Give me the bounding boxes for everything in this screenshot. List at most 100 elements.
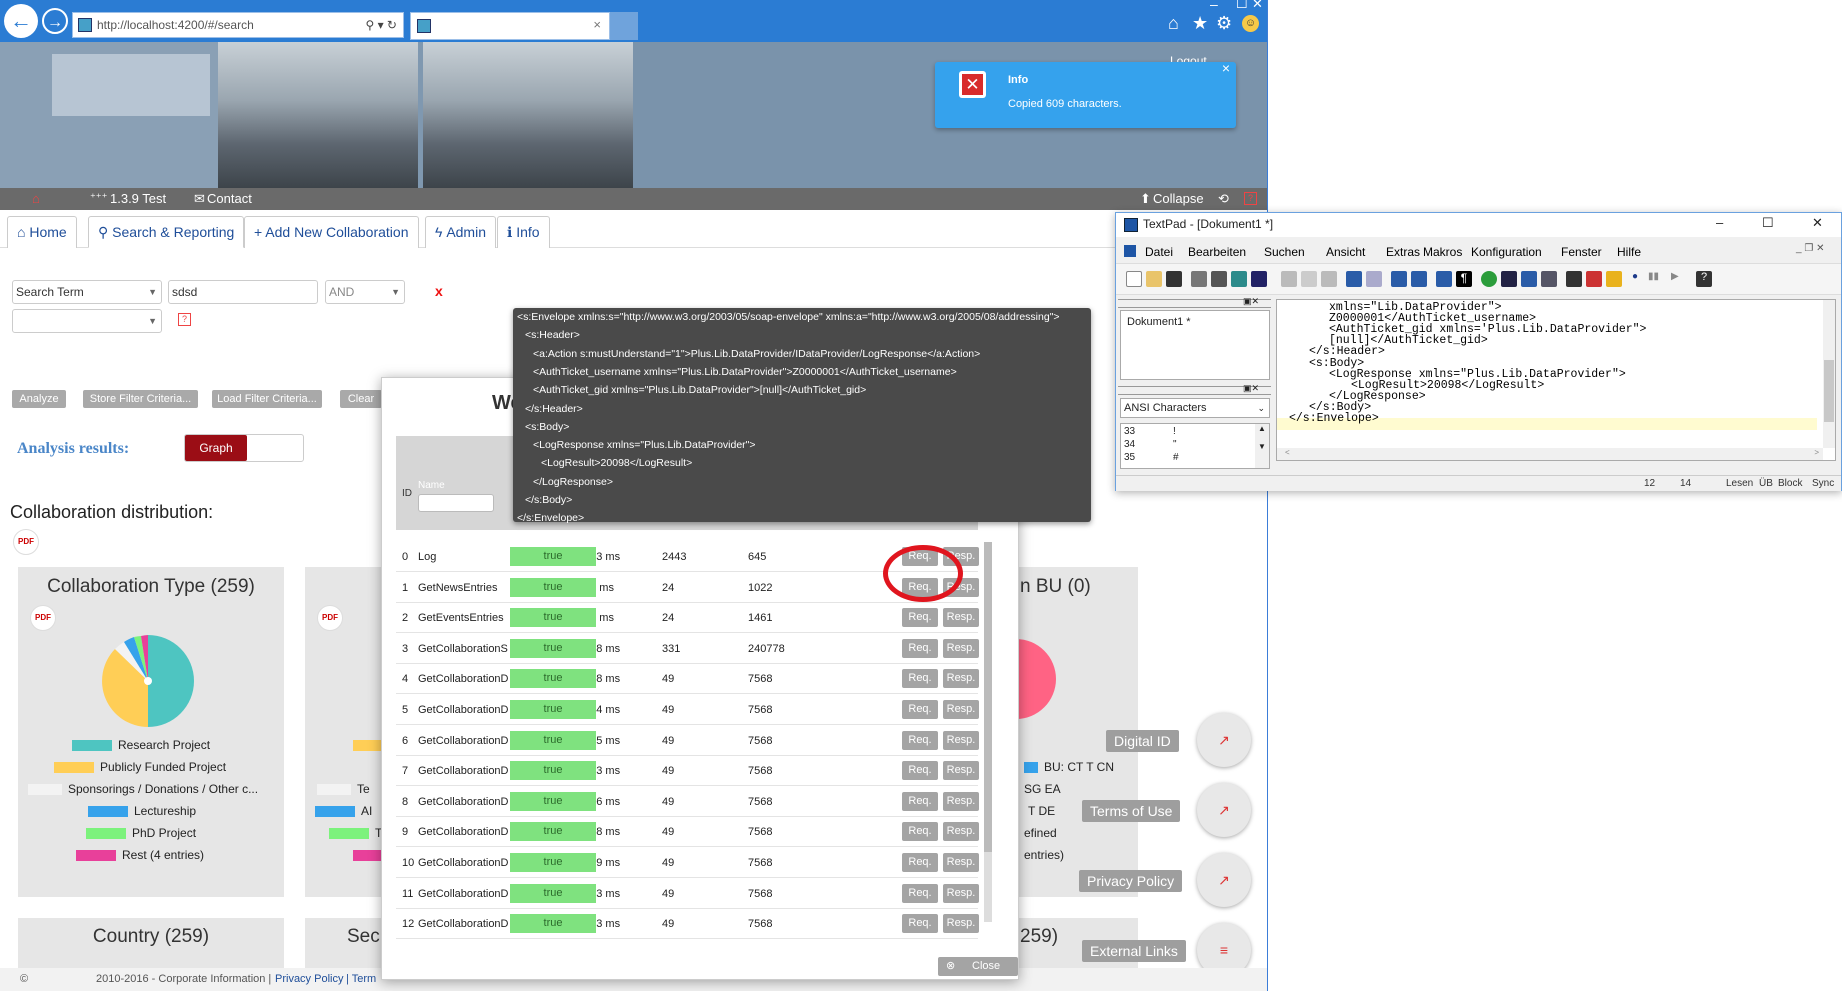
menu-item-extras[interactable]: Extras xyxy=(1386,245,1420,259)
browser-tab[interactable]: × xyxy=(410,12,610,40)
search-refresh-icon[interactable]: ⚲ ▾ ↻ xyxy=(365,13,397,37)
char-code[interactable]: 35 xyxy=(1124,452,1135,463)
second-field-select[interactable]: ▼ xyxy=(12,309,162,333)
analyze-button[interactable]: Analyze xyxy=(12,390,66,408)
menu-item-datei[interactable]: Datei xyxy=(1145,245,1173,259)
clear-button[interactable]: Clear xyxy=(340,390,382,408)
operator-select[interactable]: AND ▼ xyxy=(325,280,405,304)
home-icon[interactable]: ⌂ xyxy=(32,191,40,206)
minimize-icon[interactable]: – xyxy=(1716,215,1723,230)
response-button[interactable]: Resp. xyxy=(943,822,979,842)
close-window-icon[interactable]: ✕ xyxy=(1252,0,1263,12)
tab-search-reporting[interactable]: ⚲ Search & Reporting xyxy=(88,216,245,248)
menu-item-suchen[interactable]: Suchen xyxy=(1264,245,1305,259)
graph-toggle-button[interactable]: Graph xyxy=(185,435,247,461)
menu-item-hilfe[interactable]: Hilfe xyxy=(1617,245,1641,259)
address-bar[interactable]: http://localhost:4200/#/search ⚲ ▾ ↻ xyxy=(72,12,404,38)
redo-icon[interactable] xyxy=(1366,271,1382,287)
privacy-policy-label[interactable]: Privacy Policy xyxy=(1079,870,1183,892)
external-link-icon[interactable]: ↗ xyxy=(1197,713,1251,767)
view-toggle[interactable]: Graph xyxy=(184,434,304,462)
home-icon[interactable]: ⌂ xyxy=(1168,13,1179,34)
mdi-controls-icon[interactable]: _ ❐ ✕ xyxy=(1796,243,1824,254)
request-button[interactable]: Req. xyxy=(902,761,938,781)
tab-close-icon[interactable]: × xyxy=(593,17,601,32)
column-name[interactable]: Name xyxy=(418,480,445,491)
external-link-icon[interactable]: ↗ xyxy=(1197,783,1251,837)
spell-check-icon[interactable] xyxy=(1231,271,1247,287)
menu-item-ansicht[interactable]: Ansicht xyxy=(1326,245,1365,259)
new-file-icon[interactable] xyxy=(1126,271,1142,287)
external-link-icon[interactable]: ↗ xyxy=(1197,853,1251,907)
char-code[interactable]: 33 xyxy=(1124,426,1135,437)
request-button[interactable]: Req. xyxy=(902,669,938,689)
back-icon[interactable]: ← xyxy=(4,4,38,38)
tab-info[interactable]: ℹ Info xyxy=(497,216,550,248)
load-filter-button[interactable]: Load Filter Criteria... xyxy=(212,390,322,408)
response-button[interactable]: Resp. xyxy=(943,914,979,934)
char-glyph[interactable]: # xyxy=(1173,452,1179,463)
request-button[interactable]: Req. xyxy=(902,883,938,903)
response-button[interactable]: Resp. xyxy=(943,700,979,719)
forward-icon[interactable]: → xyxy=(42,8,68,34)
open-folder-icon[interactable] xyxy=(1146,271,1162,287)
star-icon[interactable]: ★ xyxy=(1192,13,1208,34)
pdf-export-icon[interactable]: PDF xyxy=(317,605,343,631)
response-button[interactable]: Resp. xyxy=(943,638,979,658)
toast-close-icon[interactable]: × xyxy=(1222,60,1230,76)
compare-icon[interactable] xyxy=(1541,271,1557,287)
document-item[interactable]: Dokument1 * xyxy=(1127,316,1191,328)
char-scrollbar[interactable]: ▲ ▼ xyxy=(1255,424,1269,468)
cut-icon[interactable] xyxy=(1281,271,1297,287)
help-icon[interactable]: ? xyxy=(178,313,191,326)
tool-icon[interactable] xyxy=(1251,271,1267,287)
tab-home[interactable]: ⌂ Home xyxy=(7,216,77,248)
print-icon[interactable] xyxy=(1191,271,1207,287)
request-button[interactable]: Req. xyxy=(902,730,938,750)
smiley-icon[interactable]: ☺ xyxy=(1242,15,1259,32)
request-button[interactable]: Req. xyxy=(902,822,938,842)
new-tab-button[interactable] xyxy=(610,12,638,40)
menu-item-makros[interactable]: Makros xyxy=(1423,245,1462,259)
maximize-icon[interactable]: ☐ xyxy=(1762,215,1774,231)
response-button[interactable]: Resp. xyxy=(943,853,979,872)
logout-icon[interactable]: ⟲ xyxy=(1218,191,1229,207)
document-list[interactable]: Dokument1 * xyxy=(1120,310,1270,380)
panel-close-icon[interactable]: ▣✕ xyxy=(1243,383,1259,394)
external-links-label[interactable]: External Links xyxy=(1082,940,1186,962)
tab-admin[interactable]: ϟ Admin xyxy=(425,216,496,248)
request-button[interactable]: Req. xyxy=(902,791,938,811)
request-button[interactable]: Req. xyxy=(902,700,938,719)
editor-hscrollbar[interactable]: < > xyxy=(1277,448,1823,460)
request-button[interactable]: Req. xyxy=(902,914,938,934)
store-filter-button[interactable]: Store Filter Criteria... xyxy=(83,390,198,408)
maximize-icon[interactable]: ☐ xyxy=(1236,0,1248,12)
play-macro-icon[interactable]: ▶ xyxy=(1671,271,1687,287)
pilcrow-icon[interactable]: ¶ xyxy=(1456,271,1472,287)
help-icon[interactable]: ? xyxy=(1244,192,1257,205)
search-field-select[interactable]: Search Term ▼ xyxy=(12,280,162,304)
collapse-button[interactable]: Collapse xyxy=(1153,191,1204,206)
char-code[interactable]: 34 xyxy=(1124,439,1135,450)
close-window-icon[interactable]: ✕ xyxy=(1812,215,1823,231)
response-button[interactable]: Resp. xyxy=(943,883,979,903)
sort-icon[interactable] xyxy=(1521,271,1537,287)
tab-add-collaboration[interactable]: + Add New Collaboration xyxy=(244,216,419,248)
response-button[interactable]: Resp. xyxy=(943,730,979,750)
close-button[interactable]: ⊗ Close xyxy=(938,957,1018,976)
contact-link[interactable]: Contact xyxy=(207,191,252,206)
word-wrap-icon[interactable] xyxy=(1436,271,1452,287)
char-glyph[interactable]: ! xyxy=(1173,426,1176,437)
minimize-icon[interactable]: – xyxy=(1210,0,1218,12)
scrollbar[interactable] xyxy=(984,542,992,922)
record-macro-icon[interactable]: ● xyxy=(1632,271,1648,287)
undo-icon[interactable] xyxy=(1346,271,1362,287)
save-icon[interactable] xyxy=(1166,271,1182,287)
remove-criteria-button[interactable]: x xyxy=(435,283,443,299)
name-filter-input[interactable] xyxy=(418,494,494,512)
bookmark-icon[interactable] xyxy=(1606,271,1622,287)
footer-terms-link[interactable]: | Term xyxy=(346,973,376,985)
request-button[interactable]: Req. xyxy=(902,638,938,658)
replace-icon[interactable] xyxy=(1586,271,1602,287)
scrollbar-thumb[interactable] xyxy=(1824,360,1834,422)
